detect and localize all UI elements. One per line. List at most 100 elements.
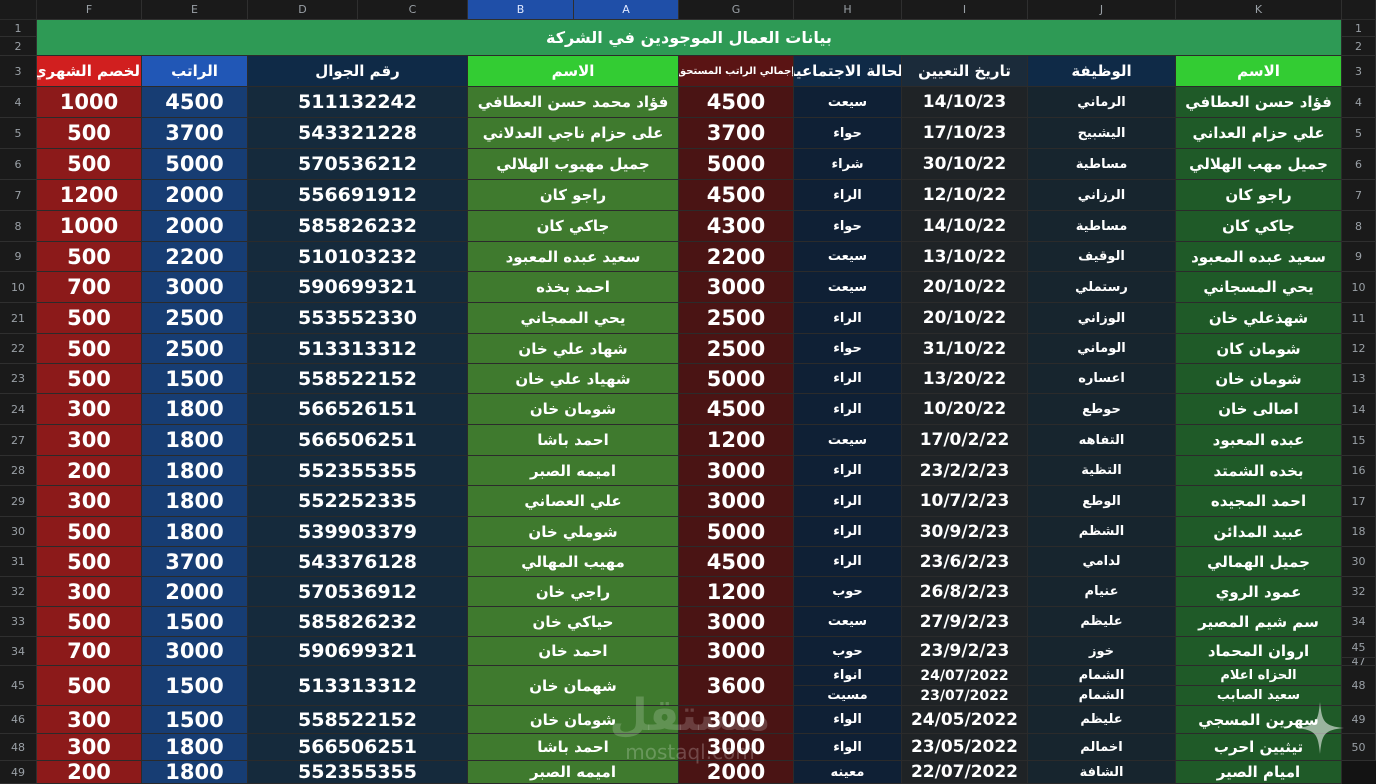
row-number[interactable]: 32 bbox=[0, 577, 37, 607]
cell-mobile[interactable]: 556691912 bbox=[248, 180, 468, 211]
row-number-right[interactable]: 17 bbox=[1342, 486, 1376, 517]
column-header-j[interactable]: J bbox=[1028, 0, 1176, 20]
cell-name[interactable]: عبده المعبود bbox=[1176, 425, 1342, 456]
cell-job[interactable]: الرماني bbox=[1028, 87, 1176, 118]
cell-total[interactable]: 3700 bbox=[679, 118, 794, 149]
row-number-right[interactable]: 47 bbox=[1342, 658, 1376, 666]
cell-deduction[interactable]: 1200 bbox=[37, 180, 142, 211]
cell-name2[interactable]: احمد باشا bbox=[468, 734, 679, 761]
cell-job[interactable]: مساطية bbox=[1028, 211, 1176, 242]
row-number-right[interactable]: 48 bbox=[1342, 666, 1376, 706]
cell-job[interactable]: الشظم bbox=[1028, 517, 1176, 547]
header-mobile[interactable]: رقم الجوال bbox=[248, 56, 468, 87]
cell-salary[interactable]: 1800 bbox=[142, 394, 248, 425]
cell-marital[interactable]: الراء bbox=[794, 364, 902, 394]
row-number[interactable]: 2 bbox=[0, 37, 37, 56]
cell-total[interactable]: 2500 bbox=[679, 303, 794, 334]
cell-job[interactable]: لدامي bbox=[1028, 547, 1176, 577]
cell-job[interactable]: عليظم bbox=[1028, 706, 1176, 734]
cell-total[interactable]: 1200 bbox=[679, 425, 794, 456]
column-header-c[interactable]: C bbox=[358, 0, 468, 20]
cell-marital[interactable]: الراء bbox=[794, 486, 902, 517]
column-header-e[interactable]: E bbox=[142, 0, 248, 20]
cell-deduction[interactable]: 500 bbox=[37, 364, 142, 394]
row-number-right[interactable]: 49 bbox=[1342, 706, 1376, 734]
cell-marital[interactable]: حواء bbox=[794, 118, 902, 149]
cell-date[interactable]: 17/10/23 bbox=[902, 118, 1028, 149]
cell-name2[interactable]: يحي الممجاني bbox=[468, 303, 679, 334]
cell-name2[interactable]: على حزام ناجي العدلاني bbox=[468, 118, 679, 149]
cell-marital[interactable]: سيعت bbox=[794, 242, 902, 272]
cell-deduction[interactable]: 500 bbox=[37, 517, 142, 547]
row-number-right[interactable]: 11 bbox=[1342, 303, 1376, 334]
cell-salary[interactable]: 2000 bbox=[142, 211, 248, 242]
cell-name2[interactable]: جاكي كان bbox=[468, 211, 679, 242]
row-number-right[interactable]: 9 bbox=[1342, 242, 1376, 272]
cell-mobile[interactable]: 566506251 bbox=[248, 425, 468, 456]
cell-name2[interactable]: جميل مهيوب الهلالي bbox=[468, 149, 679, 180]
cell-name[interactable]: اصالى خان bbox=[1176, 394, 1342, 425]
cell-job[interactable]: الوطع bbox=[1028, 486, 1176, 517]
cell-total[interactable]: 4500 bbox=[679, 547, 794, 577]
column-header-i[interactable]: I bbox=[902, 0, 1028, 20]
cell-name[interactable]: علي حزام العداني bbox=[1176, 118, 1342, 149]
column-header-f[interactable]: F bbox=[37, 0, 142, 20]
cell-mobile[interactable]: 553552330 bbox=[248, 303, 468, 334]
cell-job[interactable]: التفاهه bbox=[1028, 425, 1176, 456]
cell-name[interactable]: اميام الصير bbox=[1176, 761, 1342, 784]
cell-name2[interactable]: شهياد علي خان bbox=[468, 364, 679, 394]
cell-total[interactable]: 3000 bbox=[679, 706, 794, 734]
cell-mobile[interactable]: 543321228 bbox=[248, 118, 468, 149]
cell-date[interactable]: 13/10/22 bbox=[902, 242, 1028, 272]
cell-salary[interactable]: 3700 bbox=[142, 118, 248, 149]
cell-marital[interactable]: حوب bbox=[794, 637, 902, 666]
cell-job[interactable]: الشافة bbox=[1028, 761, 1176, 784]
row-number[interactable]: 30 bbox=[0, 517, 37, 547]
cell-name2[interactable]: علي العصاني bbox=[468, 486, 679, 517]
cell-date[interactable]: 30/10/22 bbox=[902, 149, 1028, 180]
cell-salary[interactable]: 4500 bbox=[142, 87, 248, 118]
cell-deduction[interactable]: 700 bbox=[37, 637, 142, 666]
cell-mobile[interactable]: 513313312 bbox=[248, 666, 468, 706]
cell-name2[interactable]: شومان خان bbox=[468, 706, 679, 734]
row-number[interactable]: 21 bbox=[0, 303, 37, 334]
cell-total[interactable]: 3000 bbox=[679, 637, 794, 666]
cell-total[interactable]: 3000 bbox=[679, 486, 794, 517]
cell-name[interactable]: جاكي كان bbox=[1176, 211, 1342, 242]
cell-name[interactable]: اروان المحماد bbox=[1176, 637, 1342, 666]
cell-name[interactable]: عمود الروي bbox=[1176, 577, 1342, 607]
row-number-right[interactable]: 45 bbox=[1342, 637, 1376, 658]
cell-date[interactable]: 23/6/2/23 bbox=[902, 547, 1028, 577]
cell-marital[interactable]: حواء bbox=[794, 334, 902, 364]
cell-name[interactable]: جميل الهمالي bbox=[1176, 547, 1342, 577]
cell-name[interactable]: سهرين المسجي bbox=[1176, 706, 1342, 734]
cell-name2[interactable]: احمد خان bbox=[468, 637, 679, 666]
header-marital-status[interactable]: الحالة الاجتماعية bbox=[794, 56, 902, 87]
cell-salary[interactable]: 1800 bbox=[142, 761, 248, 784]
cell-date[interactable]: 20/10/22 bbox=[902, 303, 1028, 334]
cell-deduction[interactable]: 300 bbox=[37, 394, 142, 425]
cell-salary[interactable]: 2000 bbox=[142, 180, 248, 211]
cell-date[interactable]: 14/10/23 bbox=[902, 87, 1028, 118]
row-number[interactable]: 45 bbox=[0, 666, 37, 706]
cell-total[interactable]: 5000 bbox=[679, 149, 794, 180]
cell-marital[interactable]: سيعت bbox=[794, 87, 902, 118]
cell-name2[interactable]: شهاد علي خان bbox=[468, 334, 679, 364]
cell-name2[interactable]: سعيد عبده المعبود bbox=[468, 242, 679, 272]
row-number-right[interactable]: 50 bbox=[1342, 734, 1376, 761]
cell-name[interactable]: يحي المسجاني bbox=[1176, 272, 1342, 303]
row-number-right[interactable]: 3 bbox=[1342, 56, 1376, 87]
cell-marital-top[interactable]: انواء bbox=[794, 666, 902, 686]
cell-date[interactable]: 10/20/22 bbox=[902, 394, 1028, 425]
header-name[interactable]: الاسم bbox=[1176, 56, 1342, 87]
cell-name[interactable]: شومان كان bbox=[1176, 334, 1342, 364]
cell-date[interactable]: 26/8/2/23 bbox=[902, 577, 1028, 607]
cell-job-top[interactable]: الشمام bbox=[1028, 666, 1176, 686]
cell-marital[interactable]: حواء bbox=[794, 211, 902, 242]
cell-mobile[interactable]: 590699321 bbox=[248, 272, 468, 303]
cell-name2[interactable]: احمد بخذه bbox=[468, 272, 679, 303]
cell-marital[interactable]: شراء bbox=[794, 149, 902, 180]
cell-name2[interactable]: راجو كان bbox=[468, 180, 679, 211]
row-number[interactable]: 49 bbox=[0, 761, 37, 784]
row-number[interactable]: 23 bbox=[0, 364, 37, 394]
